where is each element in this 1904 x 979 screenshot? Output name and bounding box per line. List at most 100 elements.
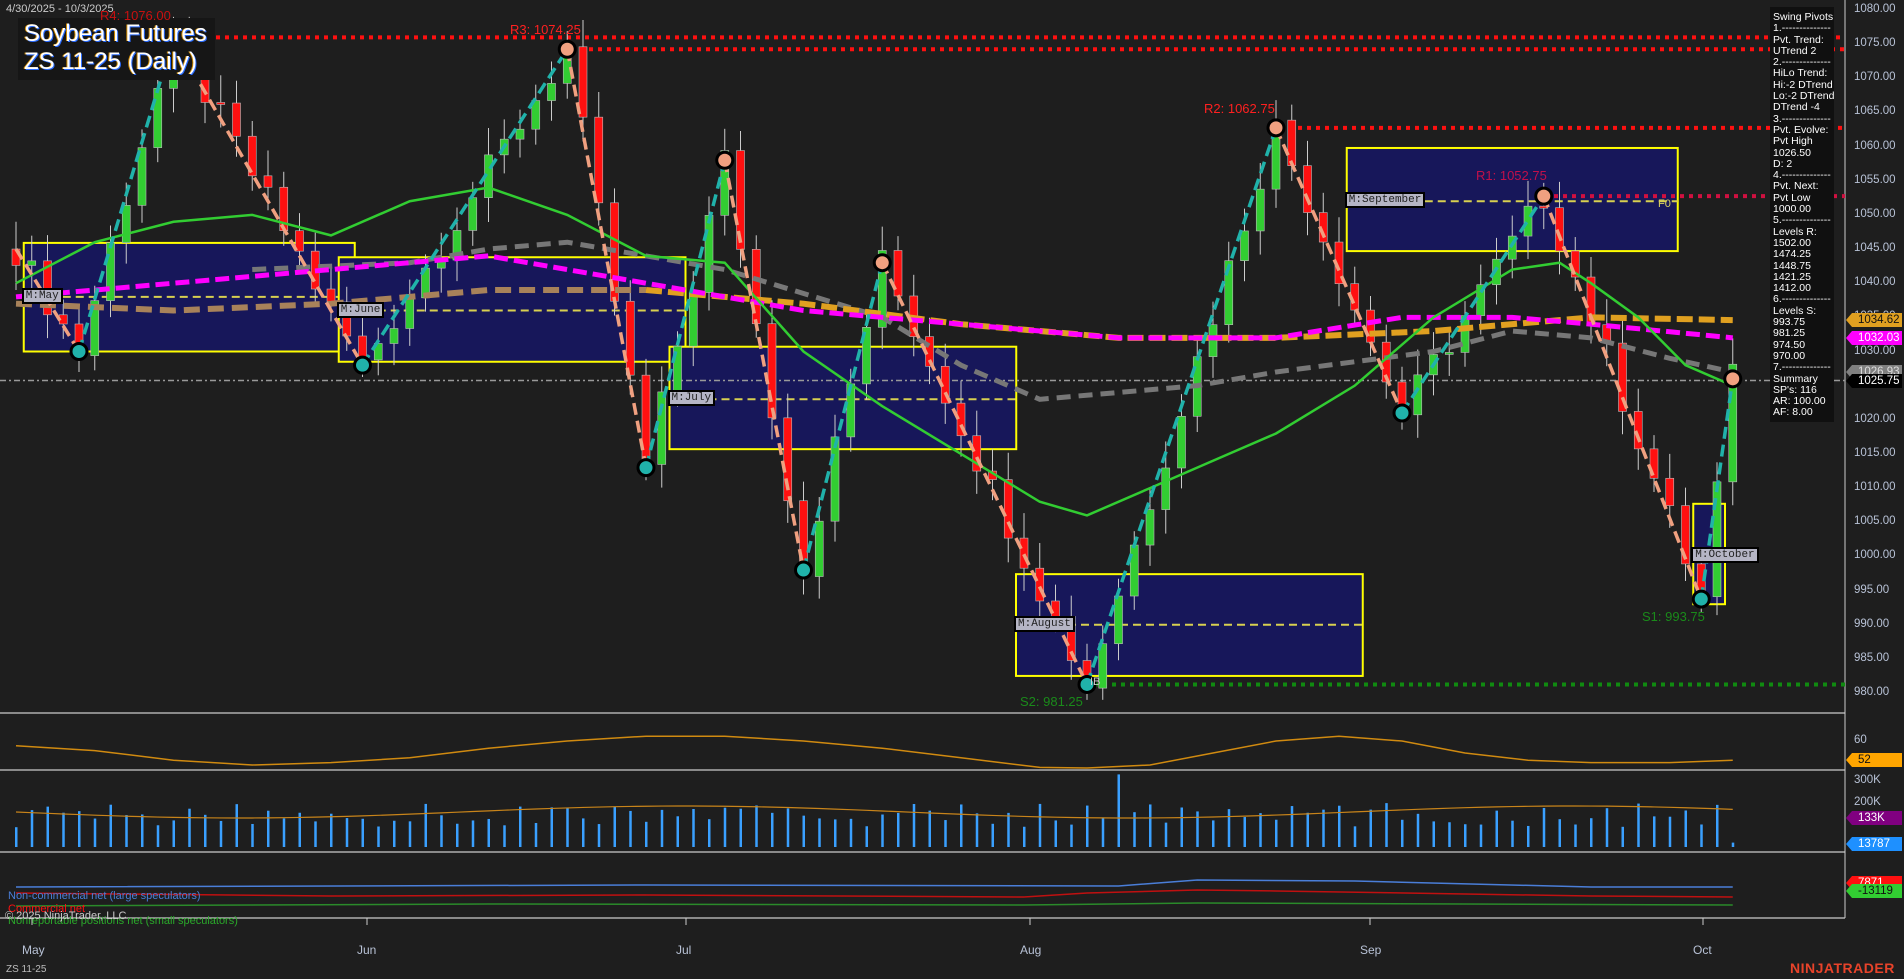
candle-up xyxy=(28,261,36,266)
r2-label: R2: 1062.75 xyxy=(1204,101,1275,116)
chart-title-box: Soybean Futures ZS 11-25 (Daily) xyxy=(18,18,215,80)
candle-up xyxy=(1524,206,1532,236)
volume-bar xyxy=(519,807,522,847)
volume-bar xyxy=(267,811,270,847)
volume-bar xyxy=(1039,804,1042,847)
month-label: Aug xyxy=(1020,943,1041,957)
oscillator-value-tag: 52 xyxy=(1852,753,1902,767)
oscillator-axis-tick: 60 xyxy=(1854,734,1867,746)
open-interest-tag: 13787 xyxy=(1852,837,1902,851)
volume-bar xyxy=(440,815,443,847)
candle-up xyxy=(831,437,839,521)
candle-down xyxy=(1556,208,1564,251)
volume-bar xyxy=(362,819,365,847)
price-axis-tick: 1015.00 xyxy=(1854,447,1896,459)
volume-bar xyxy=(913,804,916,847)
volume-bar xyxy=(1496,811,1499,847)
monthly-range-box xyxy=(24,243,355,352)
volume-bar xyxy=(31,810,34,847)
volume-bar xyxy=(1653,816,1656,847)
volume-bar xyxy=(1149,804,1152,847)
price-chart[interactable] xyxy=(0,0,1904,979)
swing-low-marker xyxy=(1394,405,1410,421)
volume-bar xyxy=(1007,813,1010,847)
candle-up xyxy=(1115,596,1123,644)
volume-bar xyxy=(251,824,254,847)
volume-bar xyxy=(1716,805,1719,847)
volume-bar xyxy=(15,827,18,847)
volume-bar xyxy=(740,809,743,847)
commercial-net-line xyxy=(16,890,1733,897)
f0-label: F0 xyxy=(1658,198,1671,210)
price-axis-tick: 1020.00 xyxy=(1854,413,1896,425)
date-range: 4/30/2025 - 10/3/2025 xyxy=(6,3,114,15)
volume-bar xyxy=(976,813,979,847)
instrument-name: Soybean Futures xyxy=(24,20,207,48)
volume-bar xyxy=(110,805,113,847)
price-axis-tick: 1080.00 xyxy=(1854,3,1896,15)
candle-down xyxy=(642,375,650,464)
volume-bar xyxy=(598,824,601,847)
volume-bar xyxy=(1574,825,1577,847)
volume-bar xyxy=(1590,818,1593,847)
volume-bar xyxy=(834,819,837,847)
volume-bar xyxy=(1275,820,1278,847)
volume-bar xyxy=(1055,820,1058,847)
volume-bar xyxy=(1307,813,1310,847)
candle-down xyxy=(1666,478,1674,505)
candle-up xyxy=(390,329,398,344)
noncommercial-net-line xyxy=(16,880,1733,887)
volume-bar xyxy=(787,808,790,847)
volume-bar xyxy=(173,820,176,847)
monthly-box-label: M:June xyxy=(337,302,385,318)
candle-up xyxy=(815,521,823,576)
month-label: Sep xyxy=(1360,943,1381,957)
swing-low-marker xyxy=(355,357,371,373)
nonreportable-net-line xyxy=(16,903,1733,906)
volume-bar xyxy=(330,814,333,847)
candle-down xyxy=(233,103,241,136)
candle-down xyxy=(327,289,335,302)
price-axis-tick: 1000.00 xyxy=(1854,549,1896,561)
candle-up xyxy=(516,129,524,139)
volume-bar xyxy=(881,815,884,847)
volume-bar xyxy=(157,825,160,847)
candle-up xyxy=(1130,545,1138,596)
candle-up xyxy=(548,83,556,100)
volume-bar xyxy=(1102,817,1105,847)
volume-bar xyxy=(1181,808,1184,847)
price-axis-tick: 1005.00 xyxy=(1854,515,1896,527)
volume-bar xyxy=(1511,821,1514,847)
volume-value-tag: 133K xyxy=(1852,811,1902,825)
volume-bar xyxy=(472,820,475,847)
volume-bar xyxy=(708,819,711,847)
volume-bar xyxy=(677,816,680,847)
swing-high-marker xyxy=(1536,188,1552,204)
volume-bar xyxy=(1637,804,1640,847)
pivot-info-line: 1474.25 xyxy=(1773,249,1834,260)
swing-low-marker xyxy=(71,344,87,360)
price-axis-tick: 980.00 xyxy=(1854,686,1889,698)
candle-up xyxy=(154,88,162,147)
volume-bar xyxy=(897,813,900,847)
candle-up xyxy=(469,198,477,231)
volume-bar xyxy=(125,815,128,847)
candle-down xyxy=(1304,166,1312,213)
monthly-box-label: M:July xyxy=(668,390,716,406)
candle-up xyxy=(705,215,713,292)
moving-average-gold xyxy=(646,290,1733,338)
volume-bar xyxy=(866,826,869,847)
volume-bar xyxy=(1118,774,1121,847)
volume-bar xyxy=(377,826,380,847)
price-tag: 1032.03 xyxy=(1852,331,1902,345)
volume-bar xyxy=(1433,821,1436,847)
swing-low-marker xyxy=(1693,591,1709,607)
price-axis-tick: 1040.00 xyxy=(1854,276,1896,288)
volume-bar xyxy=(1480,825,1483,847)
volume-bar xyxy=(551,807,554,847)
volume-bar xyxy=(1259,813,1262,847)
pivot-info-line: 7.-------------- xyxy=(1773,362,1834,373)
volume-bar xyxy=(220,821,223,847)
candle-up xyxy=(1256,189,1264,231)
volume-bar xyxy=(1165,823,1168,847)
